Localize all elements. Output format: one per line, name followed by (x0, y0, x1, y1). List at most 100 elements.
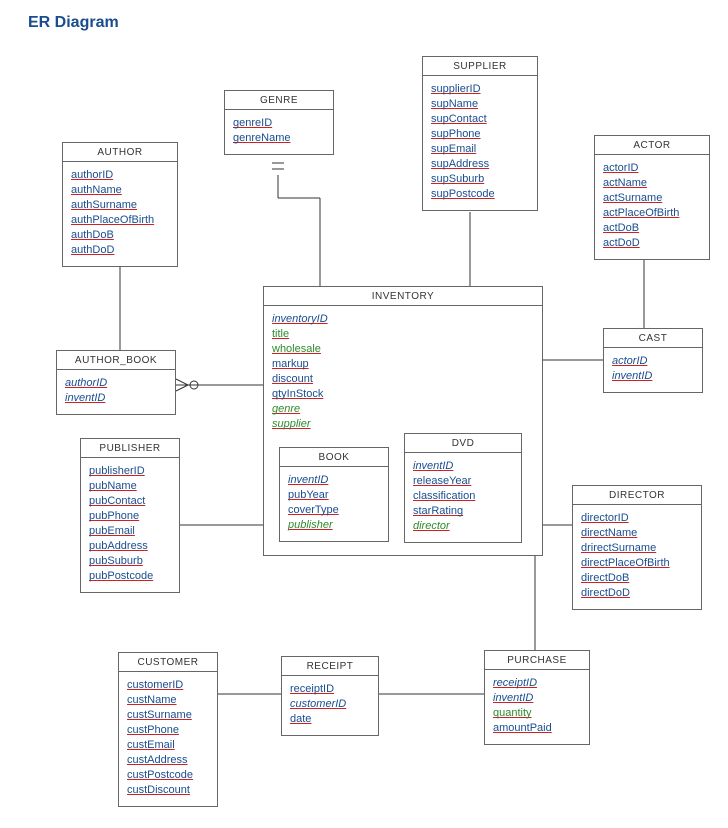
er-diagram: ER Diagram (0, 0, 728, 828)
attr: supplierID (431, 82, 529, 97)
attr: genreName (233, 131, 325, 146)
attr: custName (127, 693, 209, 708)
attr: supSuburb (431, 172, 529, 187)
attr: markup (272, 357, 534, 372)
attr: custDiscount (127, 783, 209, 798)
attr: genre (272, 402, 534, 417)
attr: discount (272, 372, 534, 387)
entity-header: INVENTORY (264, 287, 542, 306)
attr: supContact (431, 112, 529, 127)
attr: coverType (288, 503, 380, 518)
attr: inventID (612, 369, 694, 384)
entity-header: ACTOR (595, 136, 709, 155)
attr: actName (603, 176, 701, 191)
attr: authorID (71, 168, 169, 183)
attr: pubAddress (89, 539, 171, 554)
attr: authSurname (71, 198, 169, 213)
entity-header: CAST (604, 329, 702, 348)
entity-customer: CUSTOMER customerID custName custSurname… (118, 652, 218, 807)
attr: custPostcode (127, 768, 209, 783)
diagram-title: ER Diagram (28, 14, 119, 32)
attr: authorID (65, 376, 167, 391)
attr: supEmail (431, 142, 529, 157)
entity-genre: GENRE genreID genreName (224, 90, 334, 155)
entity-header: DVD (405, 434, 521, 453)
entity-inventory: INVENTORY inventoryID title wholesale ma… (263, 286, 543, 556)
entity-header: BOOK (280, 448, 388, 467)
attr: directDoD (581, 586, 693, 601)
attr: supAddress (431, 157, 529, 172)
entity-book: BOOK inventID pubYear coverType publishe… (279, 447, 389, 542)
entity-supplier: SUPPLIER supplierID supName supContact s… (422, 56, 538, 211)
attr: drirectSurname (581, 541, 693, 556)
attr: receiptID (493, 676, 581, 691)
attr: pubYear (288, 488, 380, 503)
attr: pubName (89, 479, 171, 494)
attr: authDoD (71, 243, 169, 258)
attr: customerID (127, 678, 209, 693)
entity-cast: CAST actorID inventID (603, 328, 703, 393)
attr: actorID (612, 354, 694, 369)
attr: starRating (413, 504, 513, 519)
attr: pubContact (89, 494, 171, 509)
attr: director (413, 519, 513, 534)
attr: classification (413, 489, 513, 504)
attr: inventID (413, 459, 513, 474)
attr: inventID (493, 691, 581, 706)
attr: actDoB (603, 221, 701, 236)
attr: supplier (272, 417, 534, 432)
attr: publisherID (89, 464, 171, 479)
attr: directPlaceOfBirth (581, 556, 693, 571)
attr: supPostcode (431, 187, 529, 202)
attr: directDoB (581, 571, 693, 586)
attr: pubPostcode (89, 569, 171, 584)
entity-header: CUSTOMER (119, 653, 217, 672)
attr: pubPhone (89, 509, 171, 524)
attr: supPhone (431, 127, 529, 142)
attr: quantity (493, 706, 581, 721)
entity-header: PUBLISHER (81, 439, 179, 458)
attr: supName (431, 97, 529, 112)
entity-header: PURCHASE (485, 651, 589, 670)
attr: authDoB (71, 228, 169, 243)
entity-publisher: PUBLISHER publisherID pubName pubContact… (80, 438, 180, 593)
attr: authPlaceOfBirth (71, 213, 169, 228)
attr: qtyInStock (272, 387, 534, 402)
attr: releaseYear (413, 474, 513, 489)
entity-header: AUTHOR_BOOK (57, 351, 175, 370)
attr: title (272, 327, 534, 342)
attr: amountPaid (493, 721, 581, 736)
attr: actorID (603, 161, 701, 176)
attr: custEmail (127, 738, 209, 753)
attr: customerID (290, 697, 370, 712)
entity-header: RECEIPT (282, 657, 378, 676)
entity-director: DIRECTOR directorID directName drirectSu… (572, 485, 702, 610)
entity-author: AUTHOR authorID authName authSurname aut… (62, 142, 178, 267)
attr: pubEmail (89, 524, 171, 539)
entity-header: DIRECTOR (573, 486, 701, 505)
entity-header: AUTHOR (63, 143, 177, 162)
attr: directorID (581, 511, 693, 526)
entity-header: GENRE (225, 91, 333, 110)
entity-actor: ACTOR actorID actName actSurname actPlac… (594, 135, 710, 260)
entity-purchase: PURCHASE receiptID inventID quantity amo… (484, 650, 590, 745)
attr: actDoD (603, 236, 701, 251)
entity-header: SUPPLIER (423, 57, 537, 76)
attr: actSurname (603, 191, 701, 206)
attr: custAddress (127, 753, 209, 768)
entity-receipt: RECEIPT receiptID customerID date (281, 656, 379, 736)
attr: authName (71, 183, 169, 198)
attr: actPlaceOfBirth (603, 206, 701, 221)
attr: genreID (233, 116, 325, 131)
attr: pubSuburb (89, 554, 171, 569)
entity-dvd: DVD inventID releaseYear classification … (404, 433, 522, 543)
attr: date (290, 712, 370, 727)
attr: inventID (65, 391, 167, 406)
attr: inventoryID (272, 312, 534, 327)
attr: directName (581, 526, 693, 541)
attr: publisher (288, 518, 380, 533)
attr: custSurname (127, 708, 209, 723)
attr: wholesale (272, 342, 534, 357)
attr: inventID (288, 473, 380, 488)
entity-author-book: AUTHOR_BOOK authorID inventID (56, 350, 176, 415)
